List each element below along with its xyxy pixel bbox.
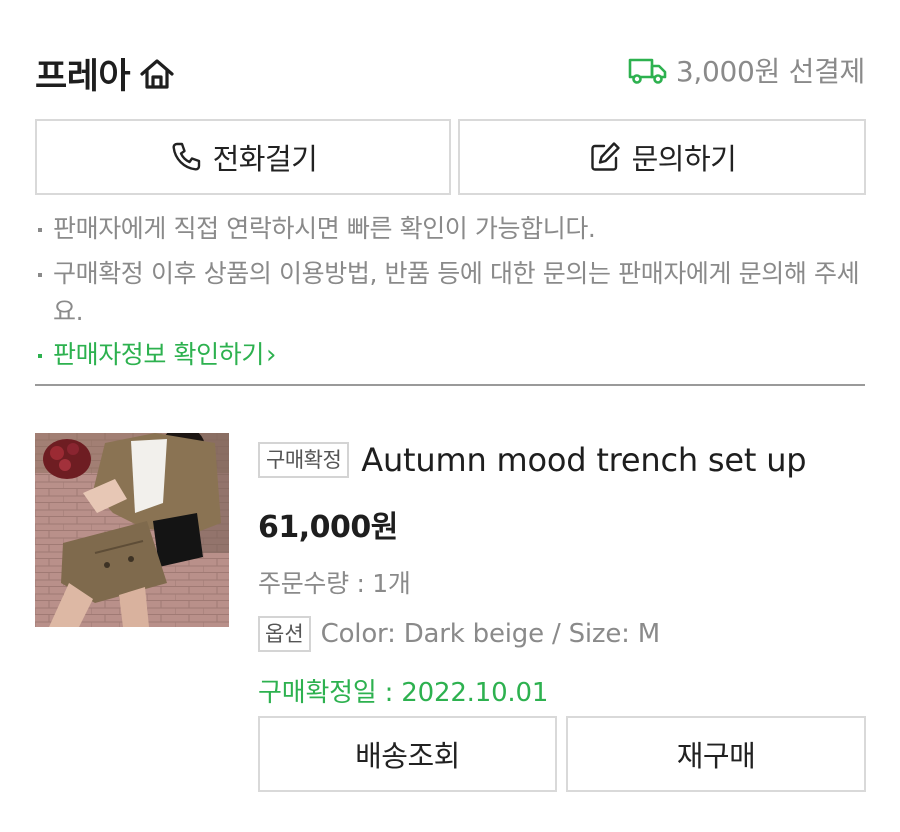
- call-button-label: 전화걸기: [212, 142, 318, 176]
- seller-header: 프레아 3,000원 선결제: [35, 44, 865, 97]
- notice-item: 판매자에게 직접 연락하시면 빠른 확인이 가능합니다.: [35, 210, 865, 250]
- product-info: 구매확정 Autumn mood trench set up 61,000원 주…: [258, 440, 865, 709]
- option-text: Color: Dark beige / Size: M: [320, 619, 661, 649]
- call-button[interactable]: 전화걸기: [35, 119, 451, 195]
- shipping-fee-text: 3,000원 선결제: [675, 55, 865, 88]
- product-title[interactable]: Autumn mood trench set up: [361, 441, 806, 479]
- option-badge: 옵션: [258, 616, 311, 652]
- status-badge: 구매확정: [258, 442, 350, 478]
- chevron-right-icon: ›: [265, 340, 276, 370]
- purchase-confirm-date: 구매확정일 : 2022.10.01: [258, 678, 549, 708]
- shipping-info: 3,000원 선결제: [628, 50, 865, 90]
- inquiry-button[interactable]: 문의하기: [458, 119, 866, 195]
- seller-info-link-label[interactable]: 판매자정보 확인하기: [53, 340, 264, 369]
- truck-icon: [628, 55, 668, 85]
- edit-icon: [588, 140, 622, 174]
- notice-list: 판매자에게 직접 연락하시면 빠른 확인이 가능합니다. 구매확정 이후 상품의…: [35, 210, 865, 374]
- track-delivery-label: 배송조회: [355, 739, 460, 773]
- rebuy-button[interactable]: 재구매: [566, 716, 866, 792]
- seller-link[interactable]: 프레아: [35, 48, 176, 99]
- seller-info-link[interactable]: 판매자정보 확인하기›: [35, 336, 865, 374]
- section-divider: [35, 384, 865, 386]
- track-delivery-button[interactable]: 배송조회: [258, 716, 557, 792]
- option-row: 옵션 Color: Dark beige / Size: M: [258, 616, 865, 652]
- phone-icon: [169, 140, 203, 174]
- home-icon[interactable]: [138, 55, 176, 93]
- inquiry-button-label: 문의하기: [631, 142, 737, 176]
- contact-buttons: 전화걸기 문의하기: [35, 119, 866, 195]
- notice-item: 구매확정 이후 상품의 이용방법, 반품 등에 대한 문의는 판매자에게 문의해…: [35, 255, 863, 331]
- product-title-row: 구매확정 Autumn mood trench set up: [258, 440, 865, 480]
- rebuy-label: 재구매: [676, 739, 756, 773]
- order-quantity: 주문수량 : 1개: [258, 569, 411, 598]
- product-thumbnail[interactable]: [35, 433, 229, 627]
- seller-name[interactable]: 프레아: [35, 48, 131, 99]
- product-price: 61,000원: [258, 510, 398, 545]
